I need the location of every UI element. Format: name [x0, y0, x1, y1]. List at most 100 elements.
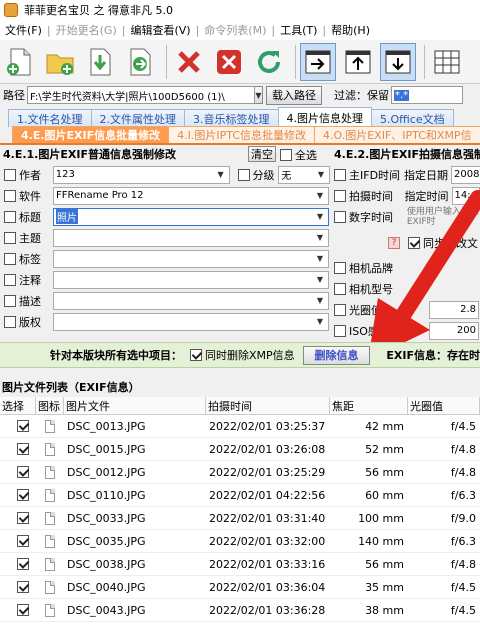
- date-input[interactable]: 2008: [451, 165, 480, 184]
- rating-checkbox[interactable]: [237, 168, 250, 181]
- subject-checkbox[interactable]: [4, 231, 16, 244]
- tab-iptc-batch[interactable]: 4.I.图片IPTC信息批量修改: [168, 126, 316, 143]
- iso-checkbox[interactable]: [334, 324, 346, 337]
- row-checkbox[interactable]: [17, 489, 29, 501]
- move-down-button[interactable]: [380, 42, 416, 81]
- table-row[interactable]: DSC_0043.JPG 2022/02/01 03:36:28 38 mm f/4.…: [0, 599, 480, 622]
- title-input[interactable]: 照片 ▼: [53, 207, 329, 226]
- delete-info-button[interactable]: 删除信息: [302, 345, 371, 365]
- title-label: 标题: [19, 210, 41, 224]
- grid-view-button[interactable]: [429, 43, 465, 81]
- delete-xmp-checkbox[interactable]: [190, 349, 202, 361]
- toolbar-separator: [166, 44, 167, 79]
- table-body: DSC_0013.JPG 2022/02/01 03:25:37 42 mm f/4.…: [0, 415, 480, 624]
- aperture-value: f/4.5: [450, 419, 476, 433]
- row-checkbox[interactable]: [17, 512, 29, 524]
- table-row[interactable]: DSC_0038.JPG 2022/02/01 03:33:16 56 mm f/4.…: [0, 553, 480, 576]
- tab-exif-iptc-xmp[interactable]: 4.O.图片EXIF、IPTC和XMP信: [314, 126, 480, 143]
- menu-command-list[interactable]: 命令列表(M): [199, 22, 271, 38]
- grid-icon: [434, 50, 460, 73]
- tab-office-docs[interactable]: 5.Office文档: [371, 109, 454, 127]
- file-icon: [45, 557, 55, 571]
- row-checkbox[interactable]: [17, 558, 29, 570]
- tab-filename[interactable]: 1.文件名处理: [8, 109, 92, 127]
- tags-input[interactable]: ▼: [53, 249, 329, 268]
- camera-brand-checkbox[interactable]: [334, 261, 346, 274]
- menu-help[interactable]: 帮助(H): [326, 22, 375, 38]
- new-file-button[interactable]: [2, 43, 38, 81]
- row-checkbox[interactable]: [17, 535, 29, 547]
- description-input[interactable]: ▼: [53, 291, 329, 310]
- software-input[interactable]: FFRename Pro 12 ▼: [53, 186, 329, 205]
- export-button[interactable]: [122, 43, 158, 81]
- move-up-button[interactable]: [340, 43, 376, 81]
- row-checkbox[interactable]: [17, 420, 29, 432]
- row-checkbox[interactable]: [17, 466, 29, 478]
- col-icon[interactable]: 图标: [36, 397, 64, 414]
- col-aperture[interactable]: 光圈值: [408, 397, 480, 414]
- main-ifd-time-checkbox[interactable]: [334, 168, 346, 181]
- row-checkbox[interactable]: [17, 604, 29, 616]
- menu-start-rename[interactable]: 开始更名(G): [51, 22, 122, 38]
- tab-file-attributes[interactable]: 2.文件属性处理: [90, 109, 185, 127]
- digitized-time-checkbox[interactable]: [334, 210, 346, 223]
- date-value: 2008: [454, 169, 480, 180]
- shooting-time-checkbox[interactable]: [334, 189, 346, 202]
- table-row[interactable]: DSC_0110.JPG 2022/02/01 04:22:56 60 mm f/6.…: [0, 484, 480, 507]
- select-all-checkbox[interactable]: 全选: [280, 147, 317, 163]
- clear-list-button[interactable]: [211, 43, 247, 81]
- move-right-button[interactable]: [300, 42, 336, 81]
- col-select[interactable]: 选择: [0, 397, 36, 414]
- filter-combo[interactable]: *.*: [391, 86, 463, 104]
- clear-label: 清空: [251, 148, 273, 161]
- load-path-button[interactable]: 载入路径: [266, 85, 322, 105]
- exif-general-title: 4.E.1.图片EXIF普通信息强制修改: [3, 148, 176, 161]
- camera-model-checkbox[interactable]: [334, 282, 346, 295]
- title-checkbox[interactable]: [4, 210, 16, 223]
- remove-button[interactable]: [171, 43, 207, 81]
- menu-file[interactable]: 文件(F): [0, 22, 47, 38]
- focal-length: 35 mm: [365, 580, 404, 594]
- refresh-button[interactable]: [251, 43, 287, 81]
- comment-input[interactable]: ▼: [53, 270, 329, 289]
- author-input[interactable]: 123 ▼: [52, 165, 230, 184]
- menu-tools[interactable]: 工具(T): [275, 22, 322, 38]
- col-shoot-time[interactable]: 拍摄时间: [206, 397, 330, 414]
- table-row[interactable]: DSC_0015.JPG 2022/02/01 03:26:08 52 mm f/4.…: [0, 438, 480, 461]
- col-focal-length[interactable]: 焦距: [330, 397, 408, 414]
- subject-input[interactable]: ▼: [53, 228, 329, 247]
- col-filename[interactable]: 图片文件: [64, 397, 206, 414]
- tags-checkbox[interactable]: [4, 252, 16, 265]
- select-all-box: [280, 149, 292, 161]
- aperture-checkbox[interactable]: [334, 303, 346, 316]
- table-row[interactable]: DSC_0035.JPG 2022/02/01 03:32:00 140 mm f/6…: [0, 530, 480, 553]
- focal-length: 60 mm: [365, 488, 404, 502]
- tab-image-info[interactable]: 4.图片信息处理: [277, 107, 372, 127]
- clear-button[interactable]: 清空: [248, 146, 276, 162]
- path-combo[interactable]: F:\学生时代资料\大学|照片\100D5600 (1)\: [27, 86, 255, 104]
- menu-edit-view[interactable]: 编辑查看(V): [125, 22, 195, 38]
- rating-select[interactable]: 无 ▼: [278, 165, 330, 184]
- tab-exif-batch[interactable]: 4.E.图片EXIF信息批量修改: [12, 126, 170, 143]
- main-ifd-time-label: 主IFD时间: [349, 168, 401, 182]
- copyright-input[interactable]: ▼: [53, 312, 329, 331]
- row-icon-cell: [36, 484, 64, 506]
- row-checkbox[interactable]: [17, 443, 29, 455]
- import-button[interactable]: [82, 43, 118, 81]
- table-row[interactable]: DSC_0012.JPG 2022/02/01 03:25:29 56 mm f/4.…: [0, 461, 480, 484]
- table-row[interactable]: DSC_0033.JPG 2022/02/01 03:31:40 100 mm f/9…: [0, 507, 480, 530]
- comment-checkbox[interactable]: [4, 273, 16, 286]
- description-checkbox[interactable]: [4, 294, 16, 307]
- subject-label: 主题: [19, 231, 41, 245]
- path-dropdown[interactable]: ▼: [255, 86, 263, 104]
- row-select-cell: [0, 599, 36, 621]
- author-checkbox[interactable]: [4, 168, 16, 181]
- software-checkbox[interactable]: [4, 189, 16, 202]
- field-row-author: 作者 123 ▼ 分级 无 ▼: [0, 164, 330, 185]
- tab-music-tags[interactable]: 3.音乐标签处理: [184, 109, 279, 127]
- table-row[interactable]: DSC_0040.JPG 2022/02/01 03:36:04 35 mm f/4.…: [0, 576, 480, 599]
- row-checkbox[interactable]: [17, 581, 29, 593]
- copyright-checkbox[interactable]: [4, 315, 16, 328]
- add-folder-button[interactable]: [42, 43, 78, 81]
- table-row[interactable]: DSC_0013.JPG 2022/02/01 03:25:37 42 mm f/4.…: [0, 415, 480, 438]
